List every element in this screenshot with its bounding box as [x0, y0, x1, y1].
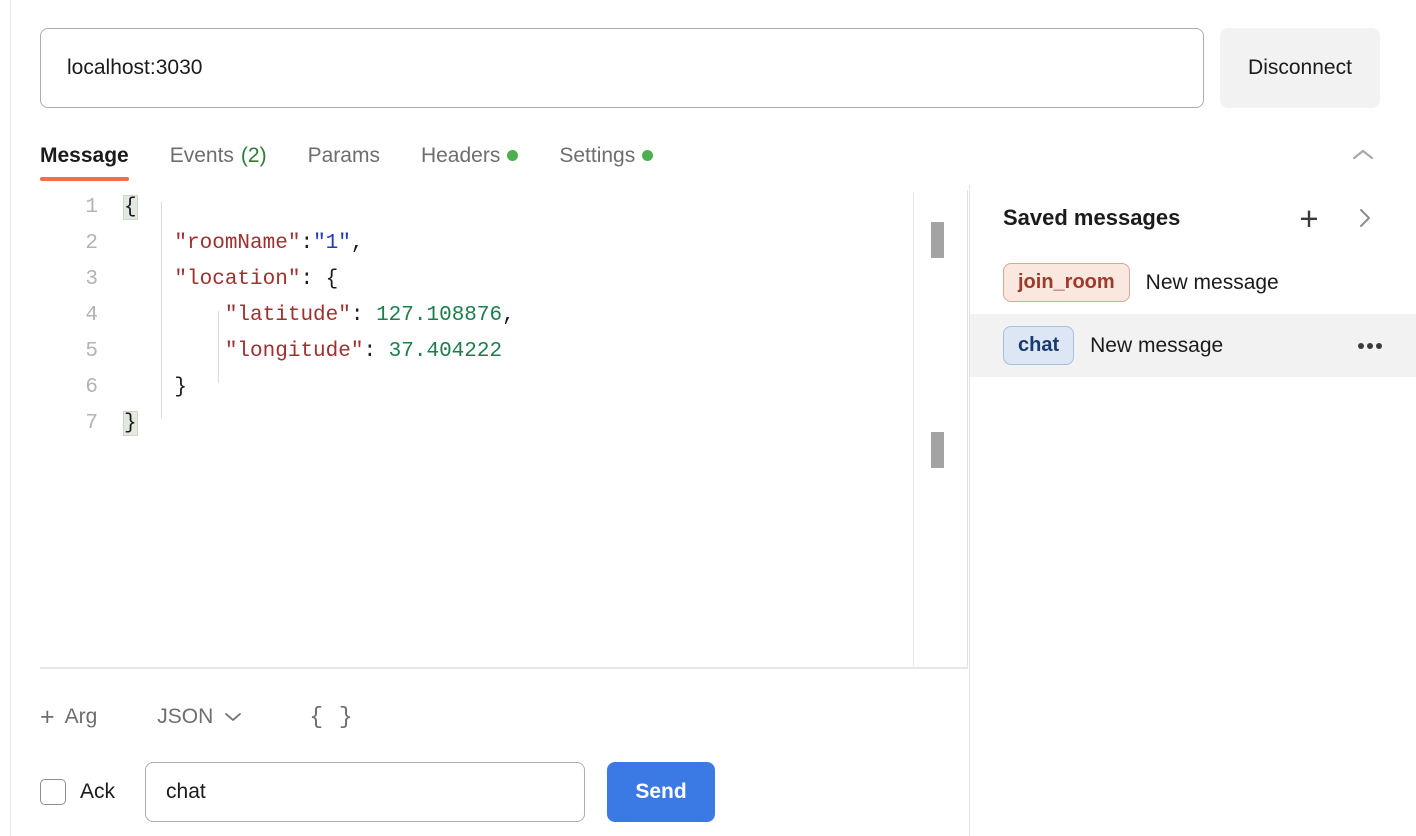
- code-line[interactable]: 7}: [40, 406, 967, 442]
- message-editor[interactable]: 1{2 "roomName":"1", 3 "location": {4 "lat…: [40, 190, 968, 667]
- socketio-client-window: Disconnect Message Events(2) Params Headers…: [0, 0, 1416, 836]
- window-left-border: [10, 0, 11, 836]
- code-token: "location": [174, 268, 301, 291]
- arg-type-label: JSON: [157, 705, 214, 728]
- plus-icon: +: [40, 702, 55, 731]
- code-line-text: "longitude": 37.404222: [124, 334, 502, 370]
- saved-message-name: New message: [1145, 270, 1279, 294]
- argument-toolbar: + Arg JSON { }: [40, 694, 968, 740]
- add-arg-label: Arg: [64, 705, 98, 728]
- chevron-down-icon: [225, 713, 242, 721]
- tab-events[interactable]: Events (2): [170, 130, 267, 181]
- line-number: 1: [85, 196, 98, 219]
- code-token: {: [123, 195, 138, 220]
- tab-label: Headers: [420, 143, 501, 167]
- tab-status-dot: [507, 150, 519, 161]
- code-token: ,: [502, 304, 515, 327]
- code-line-text: {: [123, 190, 138, 226]
- code-line[interactable]: 1{: [40, 190, 967, 226]
- event-name-input[interactable]: [145, 762, 586, 822]
- saved-messages-panel: Saved messages + join_room New message cha…: [969, 185, 1416, 836]
- chevron-up-icon: [1352, 149, 1374, 160]
- code-line-text: }: [123, 406, 138, 442]
- code-token: :: [350, 304, 377, 327]
- tab-label: Events: [169, 143, 234, 167]
- tab-bar: Message Events (2) Params Headers Settings: [40, 130, 1380, 181]
- saved-message-row[interactable]: join_room New message: [970, 251, 1416, 314]
- code-token: : {: [300, 268, 339, 291]
- chevron-right-icon: [1360, 209, 1370, 227]
- saved-messages-header: Saved messages +: [970, 185, 1416, 251]
- expand-saved-panel-button[interactable]: [1348, 201, 1382, 235]
- line-number: 6: [85, 376, 98, 399]
- editor-bottom-divider: [40, 667, 968, 669]
- code-token: :: [363, 340, 389, 363]
- editor-scroll-thumb-bottom[interactable]: [931, 432, 944, 468]
- tab-params[interactable]: Params: [308, 130, 380, 181]
- saved-messages-title: Saved messages: [1003, 205, 1181, 230]
- line-number: 4: [85, 304, 98, 327]
- ack-toggle[interactable]: Ack: [40, 779, 115, 805]
- send-bar: Ack Send: [40, 760, 968, 824]
- code-token: ,: [350, 232, 364, 255]
- tab-count-badge: (2): [240, 143, 267, 167]
- code-token: "roomName": [174, 232, 301, 255]
- tab-headers[interactable]: Headers: [420, 130, 519, 181]
- saved-message-more-icon[interactable]: [1352, 337, 1388, 355]
- editor-scroll-thumb-top[interactable]: [931, 222, 944, 258]
- connection-bar: Disconnect: [40, 28, 1380, 108]
- ack-checkbox[interactable]: [40, 779, 66, 805]
- code-token: "1": [313, 232, 351, 255]
- disconnect-button[interactable]: Disconnect: [1220, 28, 1380, 108]
- add-saved-message-button[interactable]: +: [1292, 201, 1326, 235]
- code-token: :: [300, 232, 314, 255]
- code-token: }: [123, 411, 138, 436]
- code-line[interactable]: 2 "roomName":"1",: [40, 226, 967, 262]
- ack-label: Ack: [80, 780, 116, 803]
- saved-messages-list: join_room New message chat New message: [970, 251, 1416, 377]
- arg-type-select[interactable]: JSON: [157, 705, 243, 729]
- code-token: "longitude": [224, 340, 364, 363]
- saved-message-name: New message: [1090, 333, 1224, 357]
- code-line-text: "latitude": 127.108876,: [124, 298, 515, 334]
- code-token: "latitude": [224, 304, 351, 327]
- saved-message-row[interactable]: chat New message: [970, 314, 1416, 377]
- code-line-text: "roomName":"1",: [124, 226, 363, 262]
- code-token: 127.108876: [376, 304, 503, 327]
- code-token: }: [124, 376, 188, 399]
- code-line-text: "location": {: [124, 262, 338, 298]
- code-line[interactable]: 6 }: [40, 370, 967, 406]
- line-number: 3: [85, 268, 98, 291]
- saved-message-event-badge: join_room: [1003, 263, 1130, 302]
- tab-label: Params: [307, 143, 380, 167]
- code-line[interactable]: 3 "location": {: [40, 262, 967, 298]
- editor-scroll-track[interactable]: [913, 192, 914, 666]
- line-number: 5: [85, 340, 98, 363]
- code-area[interactable]: 1{2 "roomName":"1", 3 "location": {4 "lat…: [40, 190, 967, 667]
- line-number: 7: [85, 412, 98, 435]
- url-input[interactable]: [40, 28, 1204, 108]
- saved-message-event-badge: chat: [1003, 326, 1075, 365]
- format-json-button[interactable]: { }: [309, 704, 353, 730]
- tab-settings[interactable]: Settings: [559, 130, 654, 181]
- collapse-panel-button[interactable]: [1346, 138, 1380, 172]
- tab-label: Settings: [559, 143, 636, 167]
- code-line[interactable]: 5 "longitude": 37.404222: [40, 334, 967, 370]
- tab-message[interactable]: Message: [40, 130, 129, 181]
- code-line[interactable]: 4 "latitude": 127.108876,: [40, 298, 967, 334]
- code-token: 37.404222: [388, 340, 503, 363]
- add-arg-button[interactable]: + Arg: [40, 702, 98, 731]
- line-number: 2: [85, 232, 98, 255]
- tab-status-dot: [642, 150, 654, 161]
- tab-label: Message: [40, 143, 129, 167]
- send-button[interactable]: Send: [607, 762, 716, 822]
- code-line-text: }: [124, 370, 187, 406]
